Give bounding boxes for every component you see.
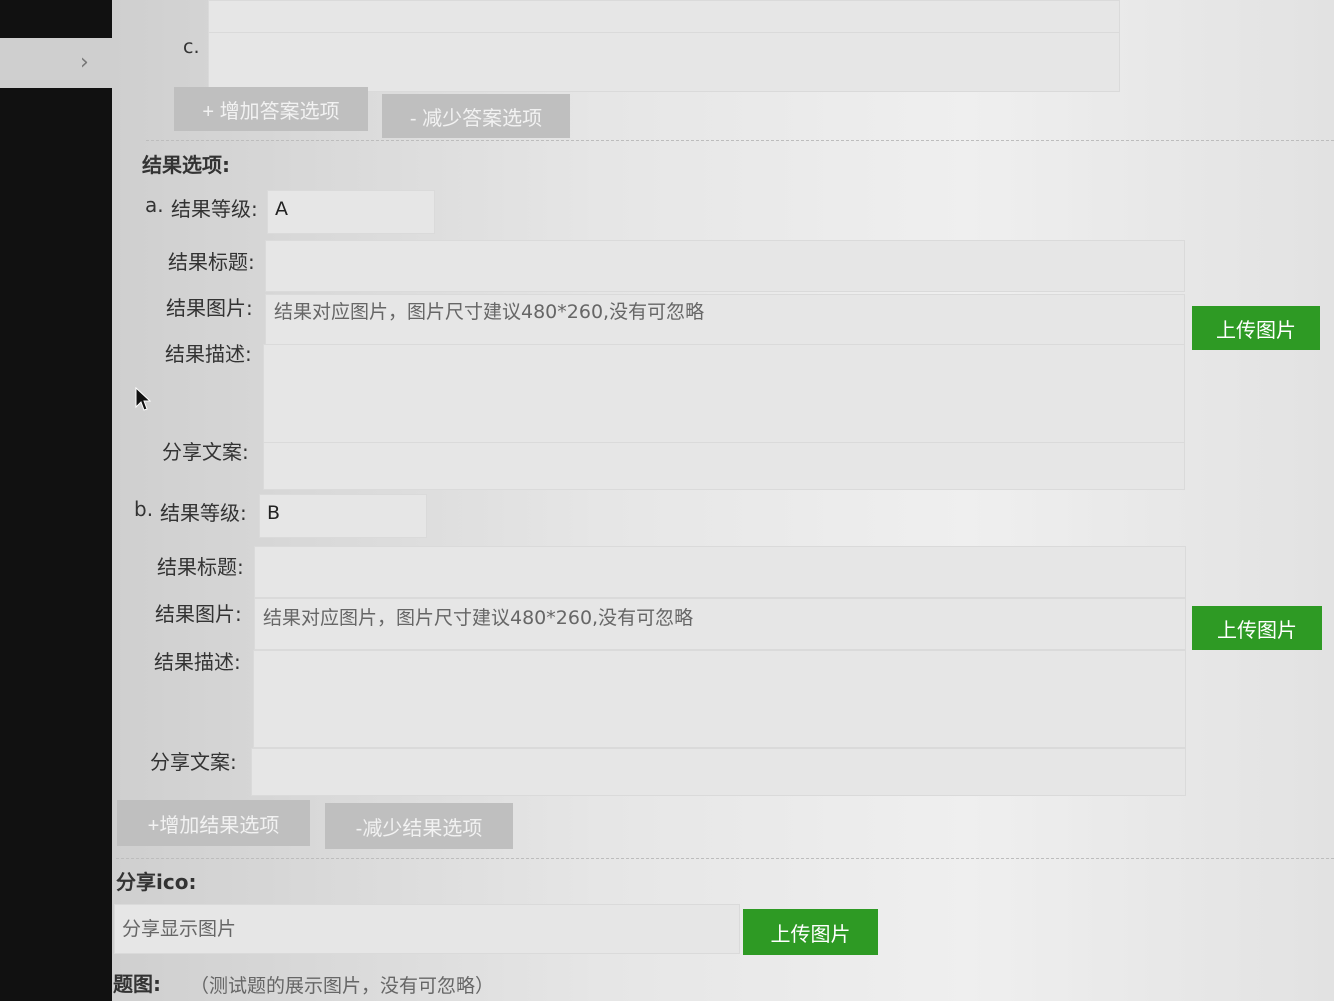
answer-option-c-input[interactable] (208, 32, 1120, 92)
share-ico-title: 分享ico: (116, 870, 197, 894)
result-b-title-label: 结果标题: (157, 555, 244, 579)
result-b-description-textarea[interactable] (253, 650, 1186, 748)
chevron-right-icon[interactable]: › (80, 50, 89, 75)
topic-image-hint: （测试题的展示图片，没有可忽略） (190, 975, 495, 997)
section-divider (116, 858, 1334, 859)
answer-option-c-label: c. (183, 36, 200, 58)
result-a-description-label: 结果描述: (165, 342, 252, 366)
result-a-upload-image-button[interactable]: 上传图片 (1192, 306, 1320, 350)
result-a-share-input[interactable] (263, 442, 1185, 490)
result-b-image-label: 结果图片: (155, 602, 242, 626)
answer-option-b-input[interactable] (208, 0, 1120, 36)
mouse-cursor-icon (135, 387, 151, 411)
result-a-title-label: 结果标题: (168, 250, 255, 274)
add-answer-option-button[interactable]: + 增加答案选项 (174, 87, 368, 131)
result-a-level-value: A (275, 198, 288, 220)
result-a-description-textarea[interactable] (263, 344, 1185, 444)
share-ico-upload-button[interactable]: 上传图片 (743, 909, 878, 955)
result-b-level-value: B (267, 502, 281, 524)
left-sidebar (0, 0, 120, 1001)
result-b-level-input[interactable] (259, 494, 427, 538)
share-ico-placeholder: 分享显示图片 (122, 918, 237, 940)
result-b-level-label: 结果等级: (160, 501, 247, 525)
result-b-image-placeholder: 结果对应图片，图片尺寸建议480*260,没有可忽略 (263, 607, 694, 629)
result-a-letter: a. (145, 193, 164, 217)
result-options-title: 结果选项: (142, 153, 230, 177)
result-a-share-label: 分享文案: (162, 440, 249, 464)
result-a-level-label: 结果等级: (171, 197, 258, 221)
result-b-title-input[interactable] (254, 546, 1186, 598)
remove-answer-option-button[interactable]: - 减少答案选项 (382, 94, 570, 138)
sidebar-collapse-strip[interactable] (0, 38, 118, 88)
result-a-image-placeholder: 结果对应图片，图片尺寸建议480*260,没有可忽略 (274, 301, 705, 323)
result-a-image-label: 结果图片: (166, 296, 253, 320)
result-b-share-label: 分享文案: (150, 750, 237, 774)
result-b-upload-image-button[interactable]: 上传图片 (1192, 606, 1322, 650)
result-a-level-input[interactable] (267, 190, 435, 234)
result-b-description-label: 结果描述: (154, 650, 241, 674)
section-divider (146, 140, 1334, 141)
result-b-letter: b. (134, 497, 154, 521)
result-a-title-input[interactable] (265, 240, 1185, 292)
add-result-option-button[interactable]: +增加结果选项 (117, 800, 310, 846)
remove-result-option-button[interactable]: -减少结果选项 (325, 803, 513, 849)
result-b-share-input[interactable] (251, 748, 1186, 796)
topic-image-label: 题图: (113, 972, 161, 996)
